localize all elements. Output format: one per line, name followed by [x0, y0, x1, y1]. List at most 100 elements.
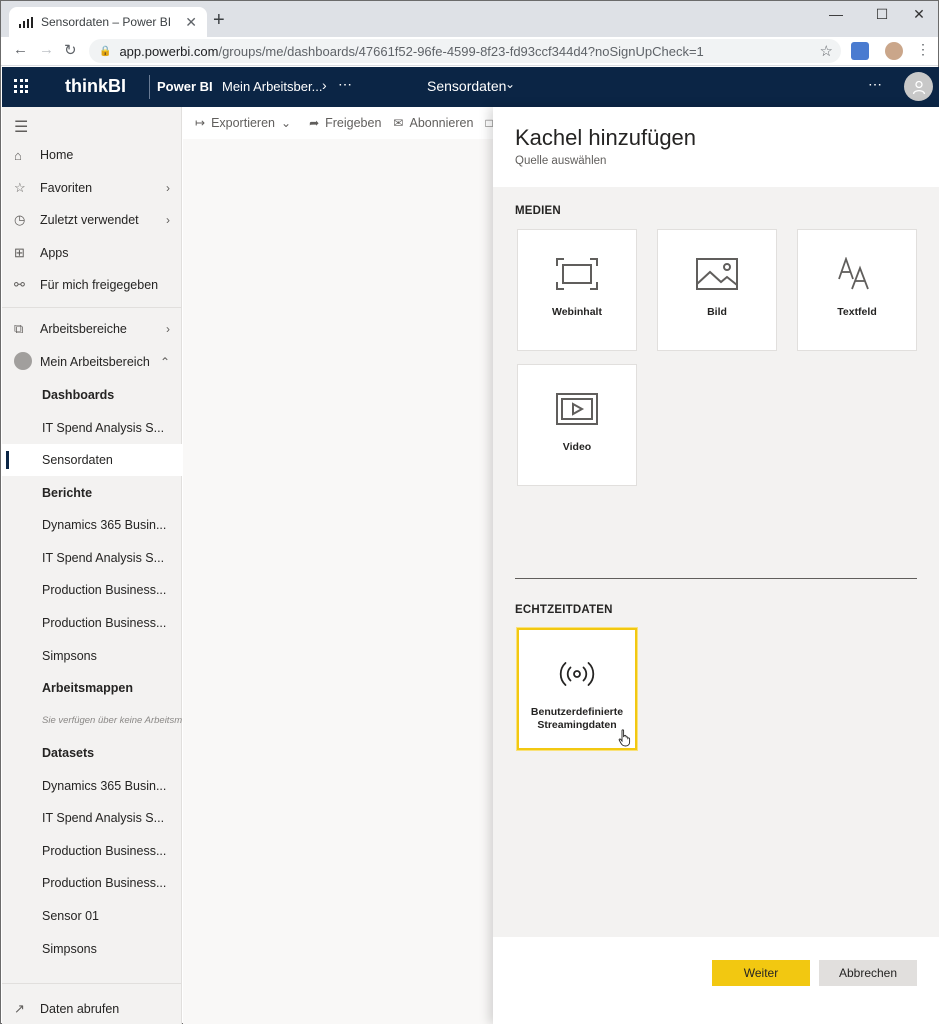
tile-custom-streaming[interactable]: Benutzerdefinierte Streamingdaten: [517, 628, 637, 750]
nav-home[interactable]: ⌂ Home: [2, 139, 182, 171]
next-button[interactable]: Weiter: [712, 960, 810, 986]
tab-close-icon[interactable]: ✕: [185, 14, 197, 31]
pane-footer: Weiter Abbrechen: [493, 937, 939, 1024]
person-icon: [912, 80, 925, 94]
nav-my-workspace[interactable]: Mein Arbeitsbereich ⌃: [2, 346, 182, 378]
mail-icon: ✉: [393, 116, 404, 130]
tile-label: Video: [562, 441, 592, 453]
tile-textbox[interactable]: Textfeld: [797, 229, 917, 351]
nav-shared[interactable]: ⚯ Für mich freigegeben: [2, 269, 182, 301]
product-name[interactable]: Power BI: [157, 79, 213, 94]
translate-extension-icon[interactable]: [851, 42, 869, 60]
image-icon: [696, 256, 738, 292]
chevron-right-icon: ›: [166, 181, 170, 195]
dataset-item[interactable]: Simpsons: [2, 933, 182, 965]
nav-favorites[interactable]: ☆ Favoriten ›: [2, 172, 182, 204]
hand-cursor-icon: [618, 729, 631, 747]
comment-icon: □: [485, 116, 493, 130]
lock-icon: 🔒: [99, 45, 112, 57]
shared-icon: ⚯: [14, 277, 25, 292]
tile-label: Benutzerdefinierte Streamingdaten: [530, 706, 624, 731]
cancel-button[interactable]: Abbrechen: [819, 960, 917, 986]
profile-avatar-icon[interactable]: [885, 42, 903, 60]
text-icon: [836, 256, 878, 292]
dataset-item[interactable]: Sensor 01: [2, 900, 182, 932]
nav-label: Apps: [40, 246, 69, 260]
dataset-item[interactable]: Production Business...: [2, 867, 182, 899]
reload-icon[interactable]: ↻: [64, 41, 77, 59]
browser-tab[interactable]: Sensordaten – Power BI ✕: [9, 7, 207, 37]
clock-icon: ◷: [14, 212, 26, 227]
chevron-right-icon: ›: [166, 322, 170, 336]
dataset-item[interactable]: Production Business...: [2, 835, 182, 867]
header-divider: [149, 75, 150, 99]
maximize-icon[interactable]: ☐: [867, 5, 897, 23]
nav-get-data[interactable]: ↗ Daten abrufen: [2, 993, 182, 1024]
nav-workspaces[interactable]: ⧉ Arbeitsbereiche ›: [2, 313, 182, 345]
new-tab-button[interactable]: +: [213, 9, 225, 32]
url-field[interactable]: 🔒 app.powerbi.com/groups/me/dashboards/4…: [89, 39, 841, 63]
tile-video[interactable]: Video: [517, 364, 637, 486]
browser-menu-icon[interactable]: ⋮: [916, 41, 930, 58]
chevron-right-icon: ›: [166, 213, 170, 227]
browser-titlebar: Sensordaten – Power BI ✕ + — ☐ ✕: [1, 1, 938, 37]
video-icon: [556, 391, 598, 427]
tile-label: Webinhalt: [552, 306, 602, 318]
subscribe-button[interactable]: ✉ Abonnieren: [393, 116, 473, 130]
report-item[interactable]: Production Business...: [2, 574, 182, 606]
chevron-up-icon: ⌃: [159, 355, 170, 369]
export-icon: ↦: [195, 116, 206, 130]
dashboard-title[interactable]: Sensordaten: [427, 78, 506, 94]
realtime-heading: ECHTZEITDATEN: [515, 604, 613, 616]
share-button[interactable]: ➦ Freigeben: [309, 116, 381, 130]
window-close-icon[interactable]: ✕: [904, 5, 934, 23]
breadcrumb-workspace[interactable]: Mein Arbeitsber...: [222, 79, 322, 94]
report-item[interactable]: IT Spend Analysis S...: [2, 542, 182, 574]
nav-apps[interactable]: ⊞ Apps: [2, 237, 182, 269]
chevron-down-icon[interactable]: ⌄: [505, 77, 515, 91]
nav-recent[interactable]: ◷ Zuletzt verwendet ›: [2, 204, 182, 236]
back-icon[interactable]: ←: [13, 41, 28, 58]
tile-image[interactable]: Bild: [657, 229, 777, 351]
workspaces-icon: ⧉: [14, 321, 24, 336]
url-path: /groups/me/dashboards/47661f52-96fe-4599…: [218, 43, 704, 59]
powerbi-favicon-icon: [19, 16, 33, 28]
breadcrumb-chevron-icon: ›: [322, 77, 327, 93]
breadcrumb-more-icon[interactable]: ⋯: [338, 76, 353, 93]
hamburger-icon[interactable]: ☰: [14, 117, 28, 137]
report-item[interactable]: Simpsons: [2, 640, 182, 672]
tile-web-content[interactable]: Webinhalt: [517, 229, 637, 351]
user-avatar[interactable]: [904, 72, 933, 101]
brand-logo[interactable]: thinkBI: [65, 76, 126, 97]
nav-label: Favoriten: [40, 181, 93, 195]
app-launcher-icon[interactable]: [14, 79, 28, 93]
nav-label: Daten abrufen: [40, 1002, 120, 1016]
share-label: Freigeben: [325, 116, 382, 130]
reports-heading: Berichte: [42, 486, 93, 500]
left-nav: ☰ ⌂ Home ☆ Favoriten › ◷ Zuletzt verwendet › …: [2, 107, 182, 1024]
forward-icon[interactable]: →: [39, 41, 54, 58]
tab-title: Sensordaten – Power BI: [41, 15, 172, 29]
minimize-icon[interactable]: —: [821, 5, 851, 23]
powerbi-header: thinkBI Power BI Mein Arbeitsber... › ⋯ …: [2, 67, 939, 107]
dataset-item[interactable]: IT Spend Analysis S...: [2, 802, 182, 834]
workbooks-empty-text: Sie verfügen über keine Arbeitsmappen: [42, 714, 182, 726]
export-label: Exportieren: [211, 116, 275, 130]
dashboard-item[interactable]: IT Spend Analysis S...: [2, 412, 182, 444]
workspace-avatar-icon: [2, 351, 40, 373]
pane-title: Kachel hinzufügen: [515, 125, 697, 150]
apps-icon: ⊞: [14, 245, 25, 260]
datasets-heading: Datasets: [42, 746, 95, 760]
dashboard-item-active[interactable]: Sensordaten: [2, 444, 182, 476]
nav-label: Arbeitsbereiche: [40, 322, 127, 336]
more-options-icon[interactable]: ⋯: [868, 76, 883, 93]
report-item[interactable]: Dynamics 365 Busin...: [2, 509, 182, 541]
nav-label: Mein Arbeitsbereich: [40, 355, 150, 369]
dataset-item[interactable]: Dynamics 365 Busin...: [2, 770, 182, 802]
web-content-icon: [556, 256, 598, 292]
report-item[interactable]: Production Business...: [2, 607, 182, 639]
nav-label: Für mich freigegeben: [40, 278, 159, 292]
bookmark-star-icon[interactable]: ☆: [820, 42, 833, 60]
share-icon: ➦: [309, 116, 320, 130]
export-button[interactable]: ↦ Exportieren ⌄: [195, 116, 297, 130]
